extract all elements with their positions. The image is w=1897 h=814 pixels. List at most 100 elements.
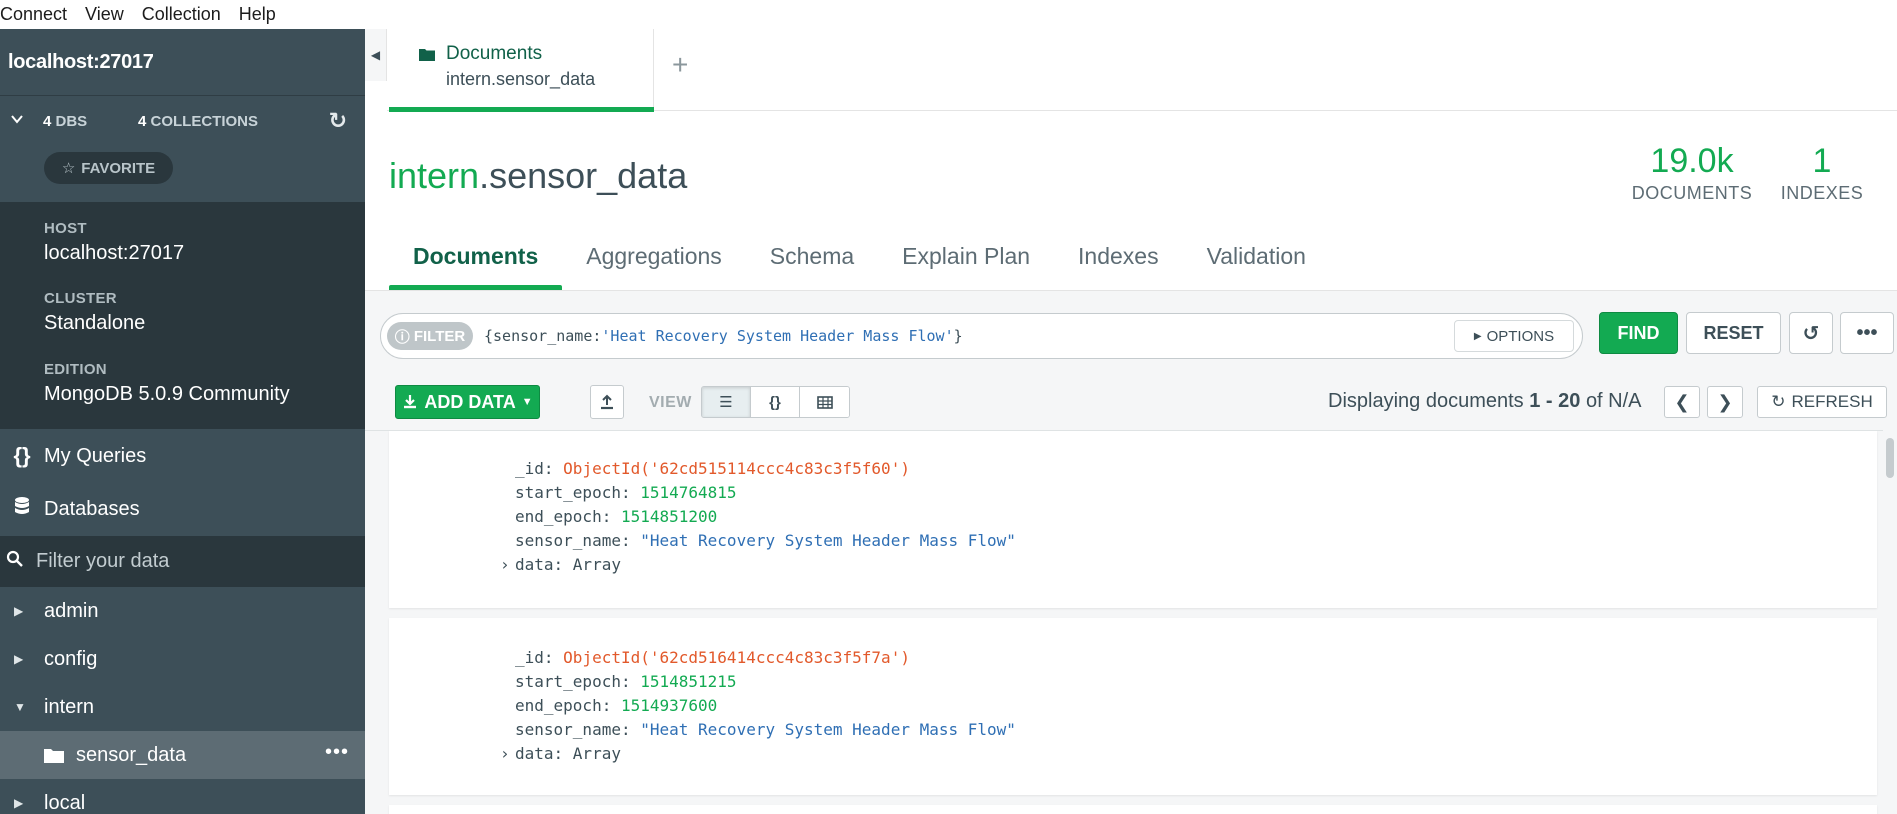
field-start-epoch: start_epoch: 1514851215 — [515, 672, 737, 691]
documents-label: DOCUMENTS — [1631, 183, 1753, 203]
favorite-button[interactable]: ☆ FAVORITE — [44, 152, 173, 184]
tab-active-indicator — [389, 107, 654, 112]
list-icon: ☰ — [719, 394, 733, 411]
expand-caret-icon[interactable]: › — [500, 744, 510, 763]
sidebar: localhost:27017 4 DBS 4 COLLECTIONS ↻ ☆ … — [0, 29, 365, 814]
db-name: intern — [389, 155, 480, 196]
add-tab-button[interactable]: + — [672, 49, 688, 81]
refresh-icon[interactable]: ↻ — [329, 108, 347, 134]
menu-view[interactable]: View — [85, 4, 124, 25]
folder-icon — [419, 49, 435, 61]
edition-label: EDITION — [44, 361, 107, 378]
my-queries-label: My Queries — [44, 444, 147, 467]
tab-title: Documents — [446, 43, 543, 64]
field-sensor-name: sensor_name: "Heat Recovery System Heade… — [515, 720, 1016, 739]
menu-connect[interactable]: Connect — [0, 4, 67, 25]
filter-label: FILTER — [413, 327, 466, 345]
sidebar-item-databases[interactable]: Databases — [0, 482, 365, 536]
cluster-label: CLUSTER — [44, 290, 117, 307]
tree-item-label: local — [44, 791, 86, 814]
options-button[interactable]: ▶ OPTIONS — [1454, 320, 1574, 352]
document-list-scrollbar[interactable] — [1883, 430, 1897, 814]
scrollbar-thumb[interactable] — [1886, 438, 1894, 478]
more-options-button[interactable]: ••• — [1840, 312, 1894, 354]
tree-item-sensor-data[interactable]: sensor_data ••• — [0, 731, 365, 779]
history-icon: ↺ — [1802, 322, 1820, 345]
filter-data-input[interactable]: Filter your data — [0, 536, 365, 587]
collection-title: intern.sensor_data — [389, 155, 687, 197]
filter-query-text[interactable]: {sensor_name:'Heat Recovery System Heade… — [484, 327, 963, 345]
table-icon — [816, 395, 833, 409]
subtab-validation[interactable]: Validation — [1183, 235, 1330, 290]
subtab-aggregations[interactable]: Aggregations — [562, 235, 746, 290]
field-end-epoch: end_epoch: 1514937600 — [515, 696, 718, 715]
field-id: _id: ObjectId('62cd515114ccc4c83c3f5f60'… — [515, 459, 910, 478]
tree-item-local[interactable]: ▶ local — [0, 779, 365, 814]
tab-bar: Documents intern.sensor_data + — [387, 29, 1897, 112]
filter-input[interactable]: ⓘ FILTER {sensor_name:'Heat Recovery Sys… — [380, 313, 1583, 359]
refresh-button[interactable]: ↻ REFRESH — [1757, 386, 1887, 418]
options-label: OPTIONS — [1486, 327, 1555, 345]
caret-right-icon[interactable]: ▶ — [0, 652, 44, 666]
document-card[interactable]: _id: ObjectId('62cd515114ccc4c83c3f5f60'… — [389, 431, 1877, 608]
chevron-left-icon: ❮ — [1674, 391, 1690, 412]
filter-pill: ⓘ FILTER — [387, 322, 473, 350]
document-card[interactable] — [389, 805, 1877, 814]
collapse-sidebar-button[interactable]: ◀ — [365, 29, 387, 81]
paging-info: Displaying documents 1 - 20 of N/A — [1328, 390, 1642, 412]
tree-item-label: intern — [44, 695, 95, 718]
document-card[interactable]: _id: ObjectId('62cd516414ccc4c83c3f5f7a'… — [389, 618, 1877, 795]
subtab-explain-plan[interactable]: Explain Plan — [878, 235, 1054, 290]
field-data[interactable]: › data: Array — [500, 555, 621, 574]
search-icon — [0, 550, 36, 574]
database-icon — [0, 496, 44, 522]
indexes-label: INDEXES — [1780, 183, 1864, 203]
dbs-count: 4 DBS — [43, 113, 88, 130]
subtab-schema[interactable]: Schema — [746, 235, 878, 290]
caret-right-icon: ▶ — [1473, 330, 1482, 342]
favorite-label: FAVORITE — [81, 159, 156, 177]
refresh-icon: ↻ — [1771, 392, 1786, 411]
add-data-button[interactable]: ADD DATA ▼ — [395, 385, 540, 419]
star-icon: ☆ — [61, 160, 76, 177]
caret-right-icon[interactable]: ▶ — [0, 796, 44, 810]
edition-value: MongoDB 5.0.9 Community — [44, 383, 290, 405]
caret-right-icon[interactable]: ▶ — [0, 604, 44, 618]
document-list: _id: ObjectId('62cd515114ccc4c83c3f5f60'… — [365, 430, 1897, 814]
tab-subtitle: intern.sensor_data — [446, 69, 596, 89]
tree-item-config[interactable]: ▶ config — [0, 635, 365, 683]
export-button[interactable] — [590, 385, 624, 419]
menu-help[interactable]: Help — [239, 4, 276, 25]
menu-collection[interactable]: Collection — [142, 4, 221, 25]
find-button[interactable]: FIND — [1599, 312, 1678, 354]
databases-label: Databases — [44, 497, 140, 520]
caret-left-icon: ◀ — [370, 48, 381, 62]
collection-name: sensor_data — [489, 155, 688, 196]
more-options-icon[interactable]: ••• — [325, 741, 349, 764]
menu-bar: Connect View Collection Help — [0, 0, 1897, 29]
list-view-button[interactable]: ☰ — [702, 387, 751, 417]
previous-page-button[interactable]: ❮ — [1664, 386, 1700, 418]
field-data[interactable]: › data: Array — [500, 744, 621, 763]
caret-down-icon[interactable]: ▼ — [0, 700, 44, 714]
braces-icon: {} — [769, 393, 781, 411]
table-view-button[interactable] — [800, 387, 849, 417]
query-history-button[interactable]: ↺ — [1789, 312, 1833, 354]
collection-subtabs: Documents Aggregations Schema Explain Pl… — [389, 235, 1330, 290]
tree-item-admin[interactable]: ▶ admin — [0, 587, 365, 635]
next-page-button[interactable]: ❯ — [1707, 386, 1743, 418]
subtab-documents[interactable]: Documents — [389, 235, 563, 290]
chevron-down-icon[interactable] — [10, 112, 24, 126]
json-view-button[interactable]: {} — [751, 387, 800, 417]
sidebar-stats: 4 DBS 4 COLLECTIONS ↻ — [0, 96, 365, 154]
sidebar-host-title[interactable]: localhost:27017 — [0, 29, 365, 96]
tree-item-intern[interactable]: ▼ intern — [0, 683, 365, 731]
reset-button[interactable]: RESET — [1686, 312, 1781, 354]
documents-stat: 19.0k DOCUMENTS — [1622, 142, 1762, 204]
indexes-count: 1 — [1812, 142, 1832, 180]
subtab-indexes[interactable]: Indexes — [1054, 235, 1183, 290]
cluster-value: Standalone — [44, 312, 146, 334]
tab-documents[interactable]: Documents intern.sensor_data — [389, 29, 654, 112]
expand-caret-icon[interactable]: › — [500, 555, 510, 574]
sidebar-item-my-queries[interactable]: {} My Queries — [0, 429, 365, 483]
